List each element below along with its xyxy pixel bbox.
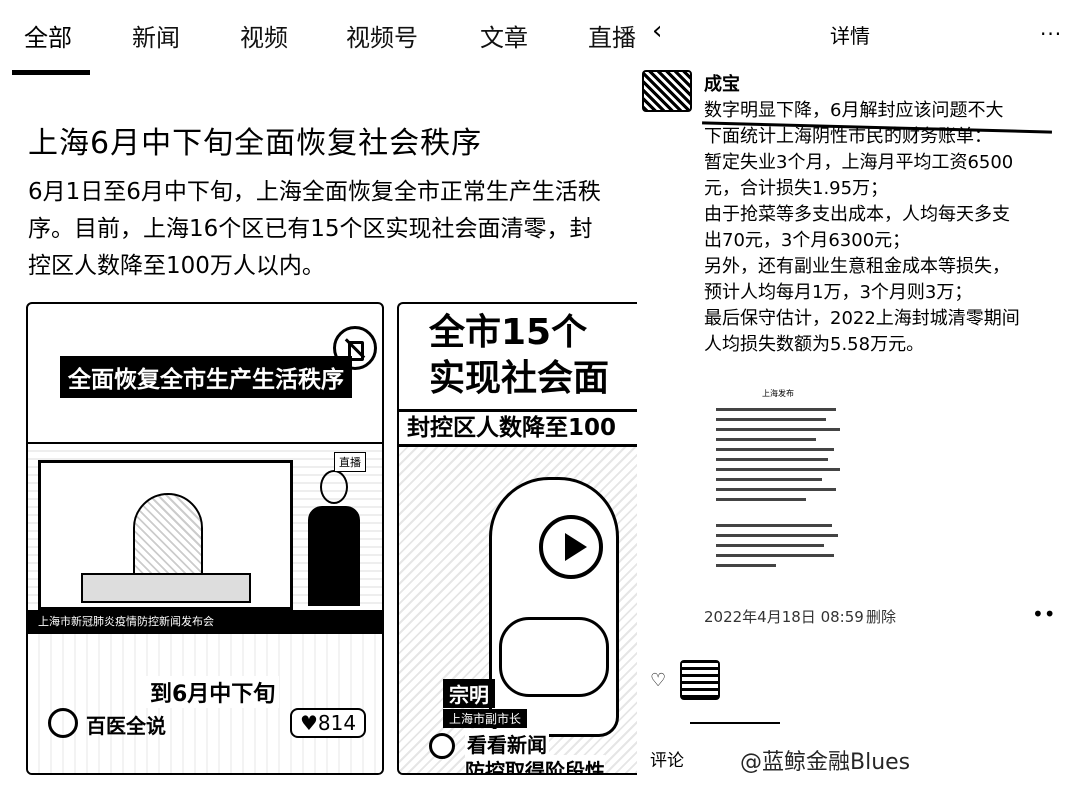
- like-count[interactable]: ♥814: [290, 708, 367, 738]
- post-line: 预计人均每月1万，3个月则3万；: [704, 282, 973, 303]
- comment-label[interactable]: 评论: [650, 746, 684, 771]
- post-line: 暂定失业3个月，上海月平均工资6500: [704, 152, 1014, 173]
- delete-link[interactable]: 删除: [866, 606, 896, 627]
- video-banner: 全面恢复全市生产生活秩序: [60, 356, 352, 398]
- video-title-frame: 全面恢复全市生产生活秩序: [28, 304, 382, 444]
- watermark: @蓝鲸金融Blues: [740, 750, 911, 775]
- post-line: 出70元，3个月6300元；: [704, 230, 911, 251]
- video-bottom-caption: 防控取得阶段性: [465, 755, 605, 773]
- search-results-panel: 全部 新闻 视频 视频号 文章 直播 上海6月中下旬全面恢复社会秩序 6月1日至…: [0, 0, 640, 785]
- post-timestamp: 2022年4月18日 08:59: [704, 608, 864, 626]
- divider: [690, 722, 780, 724]
- post-line: 由于抢菜等多支出成本，人均每天多支: [704, 204, 1010, 225]
- back-chevron-icon[interactable]: ‹: [652, 18, 674, 44]
- tab-news[interactable]: 新闻: [132, 18, 180, 53]
- tab-articles[interactable]: 文章: [480, 18, 528, 53]
- video-card-2[interactable]: 全市15个 实现社会面 封控区人数降至100 宗明 上海市副市长 看看新闻 防控…: [397, 302, 637, 775]
- article-headline[interactable]: 上海6月中下旬全面恢复社会秩序: [28, 118, 482, 162]
- post-actions-icon[interactable]: ••: [1032, 602, 1056, 626]
- attached-document-image[interactable]: 上海发布: [710, 386, 850, 586]
- video-footer: 到6月中下旬 百医全说 ♥814: [28, 634, 382, 773]
- video-card-1[interactable]: 全面恢复全市生产生活秩序 直播 上海市新冠肺炎疫情防控新闻发布会 到6月中下旬 …: [26, 302, 384, 775]
- video-subtitle: 封控区人数降至100: [399, 409, 637, 447]
- post-line: 元，合计损失1.95万；: [704, 178, 889, 199]
- sign-language-interpreter: [298, 470, 368, 610]
- speaker-figure: [133, 493, 203, 583]
- speaker-name: 宗明: [443, 679, 495, 708]
- document-header: 上海发布: [762, 389, 794, 398]
- tab-channels[interactable]: 视频号: [346, 18, 418, 53]
- channel-logo-icon: [48, 708, 78, 738]
- news-ticker: 上海市新冠肺炎疫情防控新闻发布会: [28, 610, 382, 634]
- heart-icon: ♡: [650, 670, 667, 691]
- liker-avatar[interactable]: [680, 660, 720, 700]
- video-caption: 到6月中下旬: [146, 676, 280, 708]
- tab-bar: 全部 新闻 视频 视频号 文章 直播: [0, 0, 640, 76]
- video-scene: 宗明 上海市副市长 看看新闻 防控取得阶段性: [399, 447, 637, 773]
- post-body: 数字明显下降，6月解封应该问题不大 下面统计上海阴性市民的财务账单： 暂定失业3…: [704, 98, 1074, 358]
- active-tab-indicator: [12, 70, 90, 75]
- face-mask: [499, 617, 609, 697]
- speaker-figure: [489, 477, 619, 737]
- post-line: 另外，还有副业生意租金成本等损失，: [704, 256, 1010, 277]
- author-name[interactable]: 成宝: [704, 70, 740, 96]
- play-icon[interactable]: [539, 515, 603, 579]
- video-scene: 直播 上海市新冠肺炎疫情防控新闻发布会: [28, 444, 382, 634]
- press-conference-screen: [38, 460, 293, 610]
- tab-all[interactable]: 全部: [24, 18, 72, 53]
- mute-icon[interactable]: [333, 326, 377, 370]
- speaker-title: 上海市副市长: [443, 709, 528, 728]
- post-line: 人均损失数额为5.58万元。: [704, 334, 925, 355]
- post-line: 数字明显下降，6月解封应该问题不大: [704, 100, 1004, 121]
- desk: [81, 573, 251, 603]
- live-badge: 直播: [334, 452, 366, 472]
- channel-name[interactable]: 百医全说: [86, 710, 166, 739]
- post-line: 最后保守估计，2022上海封城清零期间: [704, 308, 1020, 329]
- more-options-icon[interactable]: ···: [1040, 22, 1062, 46]
- page-title: 详情: [830, 24, 870, 48]
- video-title-frame: 全市15个 实现社会面: [399, 304, 637, 409]
- article-summary: 6月1日至6月中下旬，上海全面恢复全市正常生产生活秩序。目前，上海16个区已有1…: [28, 179, 601, 279]
- video-title: 全市15个 实现社会面: [429, 312, 610, 399]
- post-detail-panel: ‹ 详情 ··· 成宝 数字明显下降，6月解封应该问题不大 下面统计上海阴性市民…: [640, 0, 1080, 785]
- tab-video[interactable]: 视频: [240, 18, 288, 53]
- tab-live[interactable]: 直播: [588, 18, 636, 53]
- channel-name[interactable]: 看看新闻: [465, 729, 549, 758]
- channel-logo-icon: [429, 733, 455, 759]
- avatar[interactable]: [642, 70, 692, 112]
